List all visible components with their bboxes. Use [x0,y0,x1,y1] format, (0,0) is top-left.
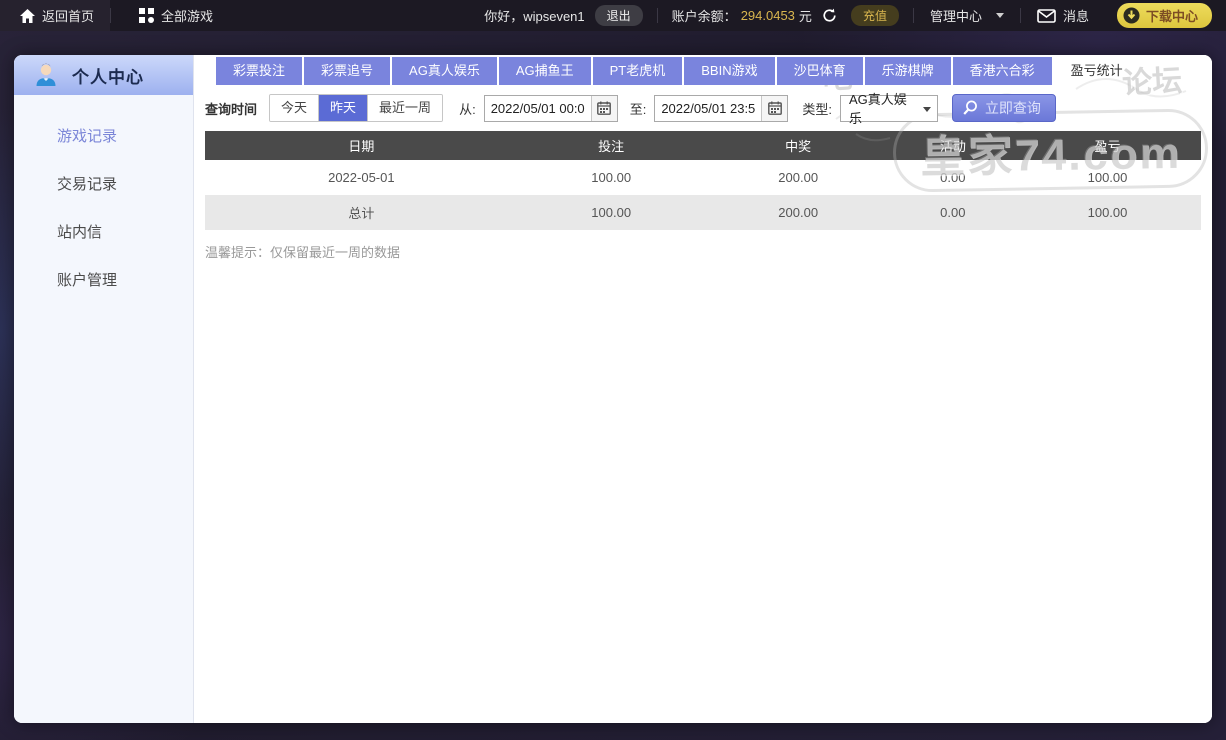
download-center-button[interactable]: 下载中心 [1116,3,1212,28]
table-row-1: 总计 100.00 200.00 0.00 100.00 [205,195,1201,230]
sidebar-item-0[interactable]: 游戏记录 [14,113,193,161]
recharge-button[interactable]: 充值 [850,5,899,26]
table-row-0: 2022-05-01 100.00 200.00 0.00 100.00 [205,160,1201,195]
table-cell: 100.00 [517,195,705,230]
home-icon [20,8,35,23]
messages-label: 消息 [1062,9,1089,24]
admin-center-menu[interactable]: 管理中心 [914,6,1020,25]
tab-5[interactable]: BBIN游戏 [684,57,775,85]
quick-range-1[interactable]: 昨天 [318,95,368,121]
topbar-divider [110,8,112,23]
table-header-cell-2: 中奖 [704,131,892,160]
tab-8[interactable]: 香港六合彩 [952,57,1052,85]
type-select-value: AG真人娱乐 [848,92,907,126]
home-label: 返回首页 [42,9,95,24]
sidebar: 个人中心 游戏记录 交易记录 站内信 账户管理 [14,55,194,723]
table-cell: 200.00 [704,195,892,230]
table-cell: 0.00 [891,195,1014,230]
table-header-cell-1: 投注 [517,131,705,160]
tab-6[interactable]: 沙巴体育 [776,57,863,85]
chevron-down-icon [922,106,931,112]
grid-icon [139,8,155,23]
profit-loss-table: 日期 投注 中奖 活动 盈亏 2022-05-01 100.00 200.00 0.00 100… [205,131,1201,230]
quick-range-0[interactable]: 今天 [270,95,319,121]
all-games-label: 全部游戏 [161,9,214,24]
table-cell: 200.00 [704,160,892,195]
messages-button[interactable]: 消息 [1021,6,1105,25]
balance-label: 账户余额： [671,9,737,24]
to-date-box [654,94,789,122]
sidebar-nav: 游戏记录 交易记录 站内信 账户管理 [14,95,193,305]
filter-row: 查询时间 今天昨天最近一周 从: 至: 类型: AG真人娱乐 [205,92,1201,126]
all-games-button[interactable]: 全部游戏 [123,0,229,31]
search-icon [962,100,978,116]
quick-range-group: 今天 昨天 最近一周 [269,94,444,122]
table-cell: 总计 [205,195,518,230]
search-button-label: 立即查询 [984,100,1041,116]
tab-0[interactable]: 彩票投注 [216,57,303,85]
logout-button[interactable]: 退出 [594,5,643,26]
from-label: 从: [459,101,476,117]
topbar: 返回首页 全部游戏 你好，wipseven1 退出 账户余额： 294.0453… [0,0,1226,31]
table-header-cell-0: 日期 [205,131,518,160]
from-date-input[interactable] [484,100,591,116]
type-select[interactable]: AG真人娱乐 [839,92,938,126]
table-header-row: 日期 投注 中奖 活动 盈亏 [205,131,1201,160]
topbar-divider [656,8,658,23]
chevron-down-icon [995,13,1004,18]
sidebar-item-3[interactable]: 账户管理 [14,257,193,305]
game-tab-bar: 彩票投注 彩票追号 AG真人娱乐 AG捕鱼王 PT老虎机 BBIN游戏 沙巴体育 乐游棋牌 香港… [216,57,1201,85]
table-cell: 100.00 [517,160,705,195]
avatar-icon [32,61,60,89]
main-panel: 个人中心 游戏记录交易记录站内信账户管理 吧 论坛 皇家74.com 彩票投注彩… [14,55,1212,723]
type-label: 类型: [802,101,832,117]
table-cell: 0.00 [891,160,1014,195]
tab-4[interactable]: PT老虎机 [592,57,683,85]
tab-9[interactable]: 盈亏统计 [1054,57,1140,85]
tab-1[interactable]: 彩票追号 [304,57,391,85]
content-area: 吧 论坛 皇家74.com 彩票投注彩票追号AG真人娱乐AG捕鱼王PT老虎机BB… [194,55,1212,723]
tip-text: 温馨提示：仅保留最近一周的数据 [205,245,401,260]
query-time-label: 查询时间 [205,101,258,117]
quick-range-2[interactable]: 最近一周 [367,95,443,121]
to-label: 至: [629,101,647,117]
sidebar-header: 个人中心 [14,55,193,95]
table-cell: 2022-05-01 [205,160,518,195]
home-button[interactable]: 返回首页 [0,0,111,31]
admin-center-label: 管理中心 [929,9,982,24]
tab-3[interactable]: AG捕鱼王 [498,57,591,85]
refresh-icon[interactable] [822,8,837,23]
table-cell: 100.00 [1013,160,1201,195]
table-header-cell-3: 活动 [891,131,1014,160]
calendar-icon[interactable] [761,95,788,121]
to-date-input[interactable] [655,100,762,116]
sidebar-item-2[interactable]: 站内信 [14,209,193,257]
sidebar-title: 个人中心 [72,67,144,87]
from-date-box [483,94,618,122]
envelope-icon [1037,8,1056,23]
greeting-text: 你好，wipseven1 [484,9,585,24]
download-icon [1123,7,1140,24]
balance-unit: 元 [798,9,812,24]
sidebar-item-1[interactable]: 交易记录 [14,161,193,209]
search-button[interactable]: 立即查询 [951,94,1056,122]
tab-2[interactable]: AG真人娱乐 [392,57,497,85]
calendar-icon[interactable] [590,95,617,121]
table-header-cell-4: 盈亏 [1013,131,1201,160]
tab-7[interactable]: 乐游棋牌 [864,57,951,85]
table-cell: 100.00 [1013,195,1201,230]
download-center-label: 下载中心 [1145,9,1198,24]
balance-value: 294.0453 [740,8,795,23]
